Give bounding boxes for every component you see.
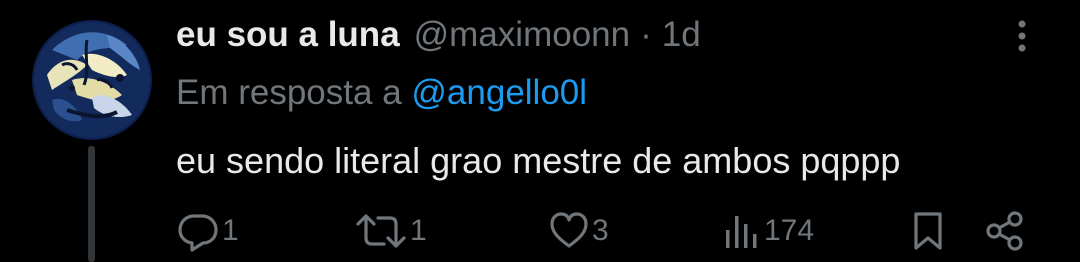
timestamp[interactable]: 1d — [662, 12, 701, 58]
bookmark-icon — [914, 212, 942, 250]
reply-prefix: Em resposta a — [176, 73, 402, 112]
tweet[interactable]: eu sou a luna @maximoonn · 1d Em respost… — [0, 0, 1080, 262]
views-icon — [726, 216, 757, 248]
reply-icon — [178, 214, 218, 252]
reply-count: 1 — [222, 214, 239, 247]
display-name[interactable]: eu sou a luna — [176, 12, 400, 58]
bookmark-button[interactable] — [908, 210, 948, 252]
user-handle[interactable]: @maximoonn — [414, 12, 630, 58]
like-count: 3 — [592, 214, 609, 247]
retweet-button[interactable]: 1 — [354, 210, 427, 252]
action-bar: 1 1 3 174 — [0, 200, 1080, 262]
tweet-text: eu sendo literal grao mestre de ambos pq… — [176, 140, 901, 181]
retweet-count: 1 — [410, 214, 427, 247]
share-icon — [986, 211, 1023, 251]
retweet-icon — [356, 214, 406, 248]
like-icon — [550, 212, 588, 248]
avatar[interactable] — [32, 20, 152, 140]
more-vertical-icon — [1018, 20, 1026, 52]
reply-context: Em resposta a @angello0l — [176, 70, 587, 116]
separator-dot: · — [640, 15, 652, 54]
more-options-button[interactable] — [1002, 14, 1042, 58]
reply-mention-link[interactable]: @angello0l — [411, 73, 587, 112]
tweet-header: eu sou a luna @maximoonn · 1d — [176, 12, 701, 58]
reply-button[interactable]: 1 — [176, 210, 239, 252]
like-button[interactable]: 3 — [548, 210, 609, 252]
views-count: 174 — [764, 214, 815, 247]
share-button[interactable] — [984, 210, 1026, 252]
views-button[interactable]: 174 — [722, 210, 814, 252]
